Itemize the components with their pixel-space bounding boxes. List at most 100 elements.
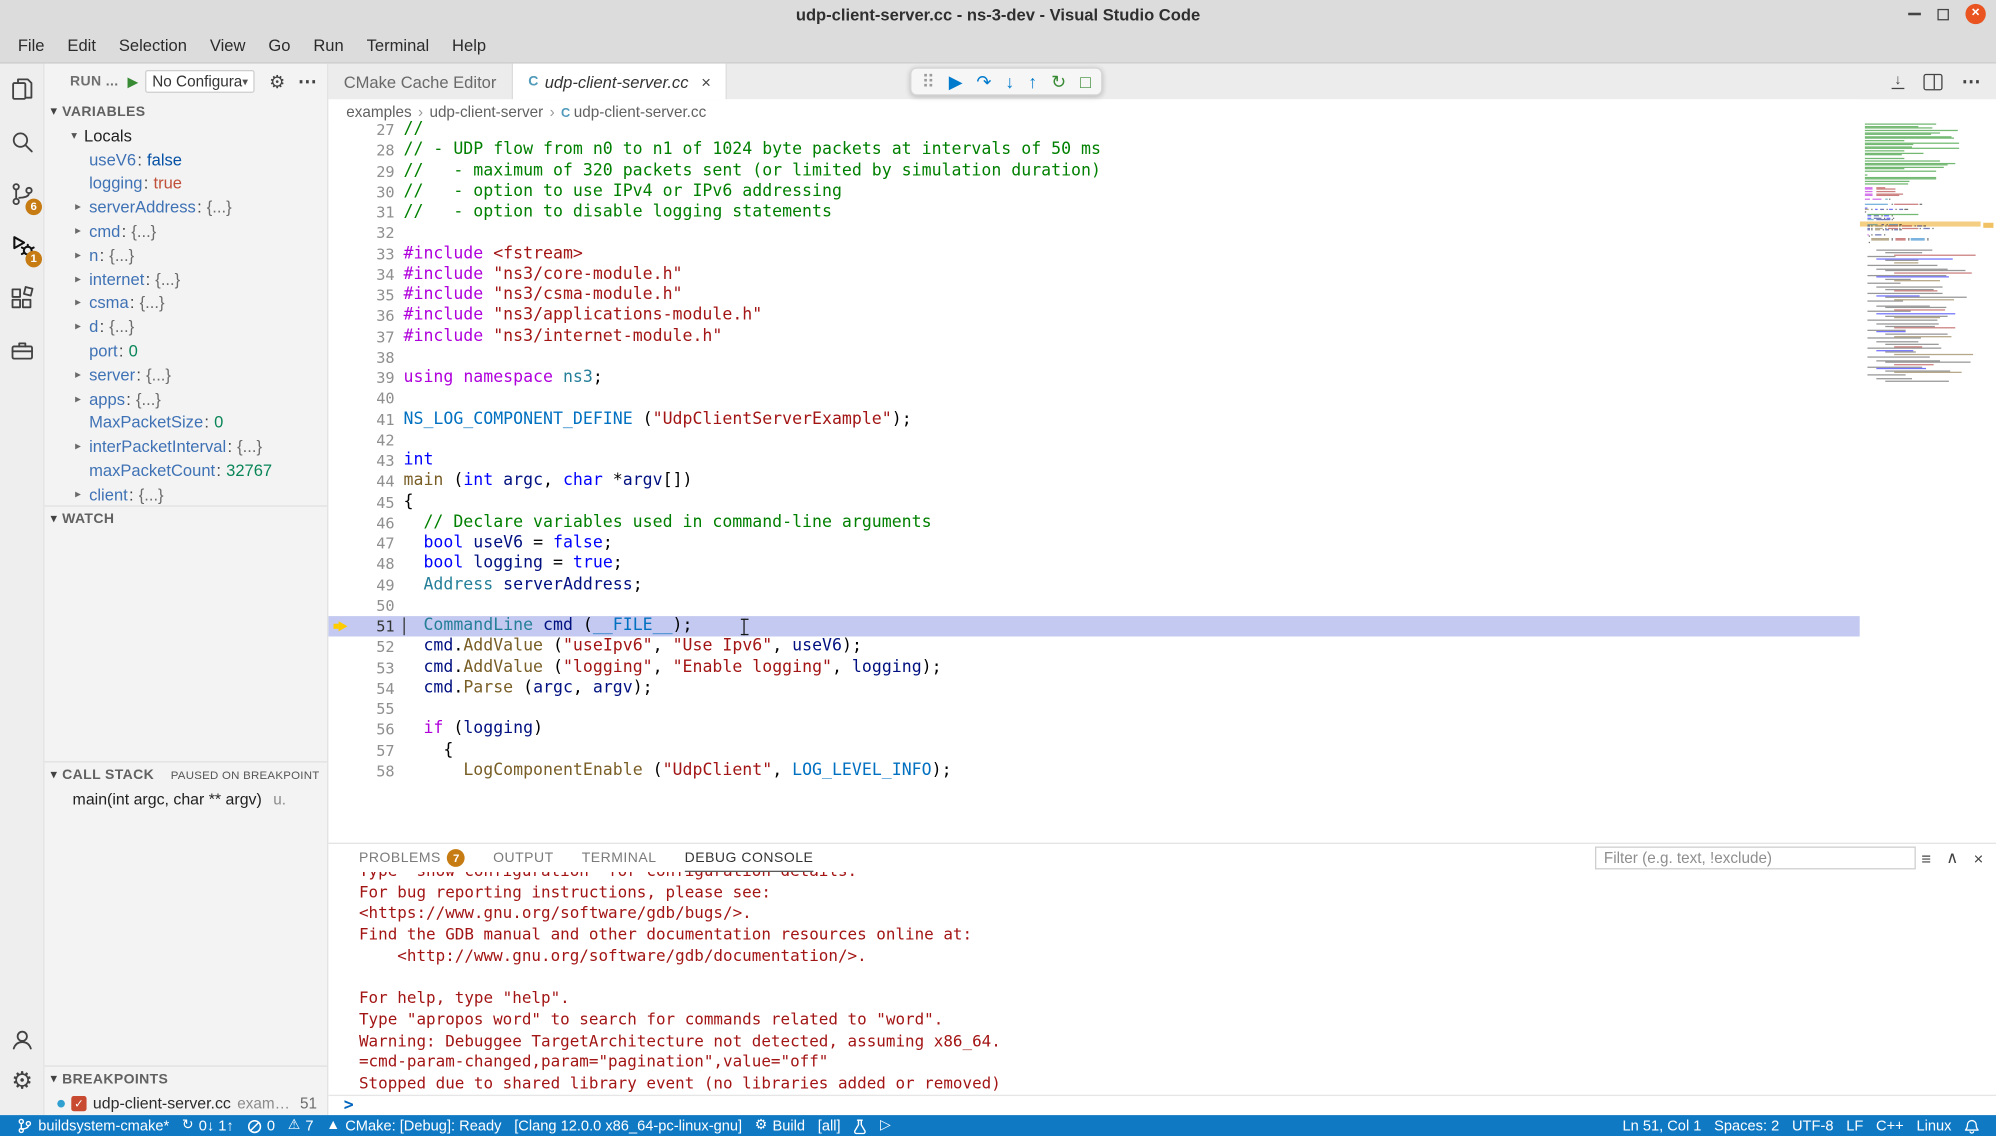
line-number[interactable]: 29	[351, 162, 394, 180]
start-debug-icon[interactable]: ▶	[127, 73, 138, 90]
gutter-glyph[interactable]	[328, 182, 351, 203]
line-number[interactable]: 41	[351, 411, 394, 429]
code-line-57[interactable]: 57 {	[328, 740, 1859, 761]
maximize-icon[interactable]	[1937, 8, 1948, 19]
gutter-glyph[interactable]	[328, 430, 351, 451]
line-number[interactable]: 39	[351, 369, 394, 387]
code-line-58[interactable]: 58 LogComponentEnable ("UdpClient", LOG_…	[328, 761, 1859, 779]
variable-row[interactable]: ▸cmd:{...}	[45, 219, 328, 243]
line-number[interactable]: 37	[351, 328, 394, 346]
gutter-glyph[interactable]	[328, 244, 351, 265]
status-cmake-status[interactable]: ▲CMake: [Debug]: Ready	[320, 1118, 508, 1135]
line-number[interactable]: 49	[351, 576, 394, 594]
breadcrumb-item-udp-client-server-cc[interactable]: C udp-client-server.cc	[561, 103, 706, 121]
console-filter-input[interactable]	[1595, 847, 1916, 870]
debug-step-out-icon[interactable]: ↑	[1028, 73, 1037, 91]
debug-config-dropdown[interactable]: No Configura ▾	[145, 70, 256, 93]
gutter-glyph[interactable]	[328, 327, 351, 348]
gutter-glyph[interactable]	[328, 492, 351, 513]
line-number[interactable]: 50	[351, 597, 394, 615]
line-number[interactable]: 53	[351, 659, 394, 677]
variable-row[interactable]: port:0	[45, 339, 328, 363]
code-line-27[interactable]: 27//	[328, 120, 1859, 141]
gutter-glyph[interactable]	[328, 285, 351, 306]
variable-row[interactable]: ▸serverAddress:{...}	[45, 195, 328, 219]
variable-row[interactable]: maxPacketCount:32767	[45, 458, 328, 482]
breadcrumb-item-udp-client-server[interactable]: udp-client-server	[429, 103, 543, 121]
gutter-glyph[interactable]	[328, 595, 351, 616]
panel-tab-problems[interactable]: PROBLEMS7	[359, 844, 465, 872]
activity-extensions-icon[interactable]	[0, 272, 45, 324]
gutter-glyph[interactable]	[328, 616, 351, 637]
status-cmake-build[interactable]: ⚙Build	[748, 1118, 811, 1135]
debug-console-input[interactable]: >	[328, 1095, 1996, 1115]
minimize-icon[interactable]	[1908, 13, 1921, 16]
menu-go[interactable]: Go	[257, 36, 302, 55]
scope-locals[interactable]: ▾ Locals	[45, 123, 328, 147]
activity-explorer-icon[interactable]	[0, 64, 45, 116]
line-number[interactable]: 47	[351, 535, 394, 553]
more-actions-icon[interactable]: ⋯	[298, 72, 317, 91]
activity-source-control-icon[interactable]: 6	[0, 168, 45, 220]
gutter-glyph[interactable]	[328, 699, 351, 720]
status-indentation[interactable]: Spaces: 2	[1708, 1118, 1786, 1133]
menu-run[interactable]: Run	[302, 36, 355, 55]
status-notifications[interactable]	[1958, 1118, 1986, 1133]
gutter-glyph[interactable]	[328, 140, 351, 161]
editor[interactable]: 27//28// - UDP flow from n0 to n1 of 102…	[328, 120, 1859, 779]
line-number[interactable]: 31	[351, 204, 394, 222]
gutter-glyph[interactable]	[328, 720, 351, 741]
tab-udp-client-server-cc[interactable]: Cudp-client-server.cc×	[513, 64, 727, 100]
status-cmake-kit[interactable]: [Clang 12.0.0 x86_64-pc-linux-gnu]	[508, 1118, 749, 1135]
code-line-43[interactable]: 43int	[328, 451, 1859, 472]
panel-tab-debug-console[interactable]: DEBUG CONSOLE	[685, 844, 814, 872]
gear-icon[interactable]: ⚙	[269, 73, 285, 91]
variable-row[interactable]: ▸interPacketInterval:{...}	[45, 435, 328, 459]
line-number[interactable]: 45	[351, 493, 394, 511]
variable-row[interactable]: ▸apps:{...}	[45, 387, 328, 411]
panel-tab-output[interactable]: OUTPUT	[493, 844, 554, 872]
line-number[interactable]: 44	[351, 473, 394, 491]
debug-step-into-icon[interactable]: ↓	[1005, 73, 1014, 91]
line-number[interactable]: 52	[351, 638, 394, 656]
gutter-glyph[interactable]	[328, 409, 351, 430]
line-number[interactable]: 36	[351, 307, 394, 325]
filter-icon[interactable]: ≡	[1921, 848, 1931, 867]
gutter-glyph[interactable]	[328, 471, 351, 492]
menu-selection[interactable]: Selection	[107, 36, 198, 55]
variable-row[interactable]: logging:true	[45, 171, 328, 195]
activity-settings-icon[interactable]: ⚙	[0, 1060, 45, 1102]
code-line-45[interactable]: 45{	[328, 492, 1859, 513]
gutter-glyph[interactable]	[328, 120, 351, 141]
variable-row[interactable]: useV6:false	[45, 147, 328, 171]
line-number[interactable]: 56	[351, 721, 394, 739]
code-line-42[interactable]: 42	[328, 430, 1859, 451]
variable-row[interactable]: ▸client:{...}	[45, 482, 328, 506]
variable-row[interactable]: ▸internet:{...}	[45, 267, 328, 291]
code-line-38[interactable]: 38	[328, 347, 1859, 368]
status-cmake-run[interactable]: ▷	[874, 1118, 898, 1135]
gutter-glyph[interactable]	[328, 223, 351, 244]
line-number[interactable]: 27	[351, 121, 394, 139]
gutter-glyph[interactable]	[328, 368, 351, 389]
call-stack-header[interactable]: ▾ CALL STACK PAUSED ON BREAKPOINT	[45, 763, 328, 787]
code-line-52[interactable]: 52 cmd.AddValue ("useIpv6", "Use Ipv6", …	[328, 637, 1859, 658]
split-editor-icon[interactable]	[1923, 73, 1942, 90]
gutter-glyph[interactable]	[328, 761, 351, 779]
line-number[interactable]: 35	[351, 287, 394, 305]
gutter-glyph[interactable]	[328, 389, 351, 410]
line-number[interactable]: 34	[351, 266, 394, 284]
gutter-glyph[interactable]	[328, 657, 351, 678]
code-line-50[interactable]: 50	[328, 595, 1859, 616]
breakpoints-header[interactable]: ▾ BREAKPOINTS	[45, 1067, 328, 1091]
more-actions-icon[interactable]: ⋯	[1962, 72, 1981, 91]
code-line-55[interactable]: 55	[328, 699, 1859, 720]
gutter-glyph[interactable]	[328, 264, 351, 285]
line-number[interactable]: 30	[351, 183, 394, 201]
gutter-glyph[interactable]	[328, 513, 351, 534]
tab-cmake-cache-editor[interactable]: CMake Cache Editor	[328, 64, 513, 100]
menu-terminal[interactable]: Terminal	[355, 36, 440, 55]
code-line-48[interactable]: 48 bool logging = true;	[328, 554, 1859, 575]
close-icon[interactable]: ×	[701, 72, 711, 91]
download-icon[interactable]: ↓	[1892, 74, 1905, 90]
